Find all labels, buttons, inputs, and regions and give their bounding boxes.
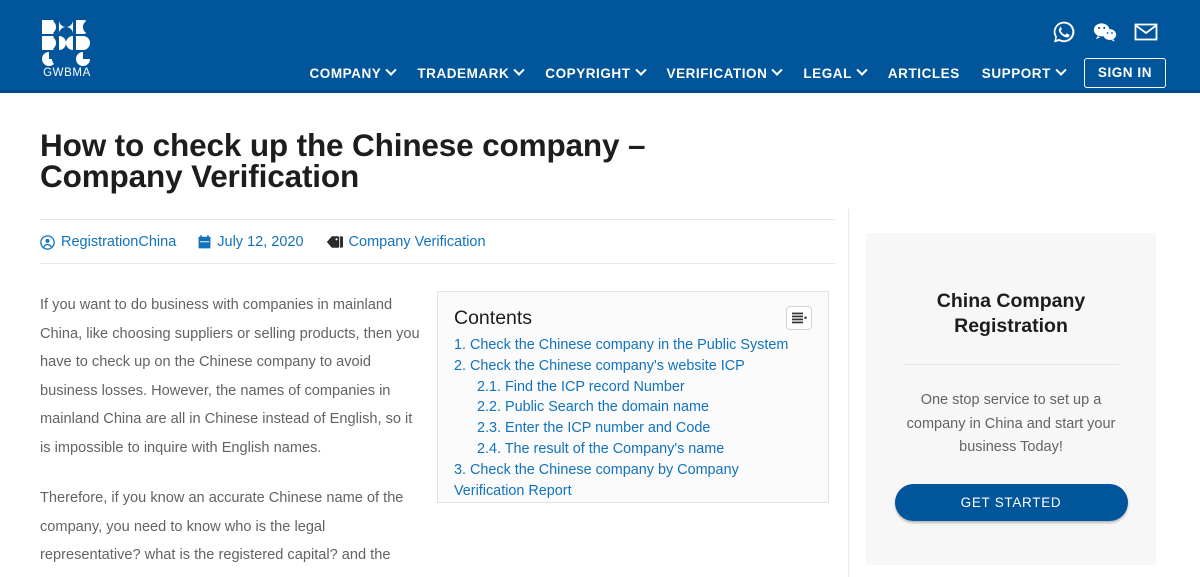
meta-date[interactable]: July 12, 2020 <box>198 234 304 250</box>
chevron-down-icon <box>771 64 784 76</box>
logo-text: GWBMA <box>43 67 91 79</box>
toc-item[interactable]: 2.4. The result of the Company's name <box>454 439 812 460</box>
meta-category[interactable]: Company Verification <box>326 234 486 250</box>
nav-item-support[interactable]: SUPPORT <box>971 64 1076 81</box>
nav-item-legal[interactable]: LEGAL <box>792 64 877 81</box>
chevron-down-icon <box>856 64 868 76</box>
site-header: GWBMA COMPANY TRADEMARK COPYRIGHT VERIFI… <box>0 0 1200 93</box>
nav-item-company[interactable]: COMPANY <box>298 64 406 81</box>
wechat-icon[interactable] <box>1093 20 1117 44</box>
email-icon[interactable] <box>1134 20 1158 44</box>
chevron-down-icon <box>385 64 398 76</box>
sidebar-description: One stop service to set up a company in … <box>906 392 1116 455</box>
sidebar-divider <box>903 364 1119 365</box>
article-paragraph: If you want to do business with companie… <box>40 297 420 456</box>
get-started-button[interactable]: GET STARTED <box>894 483 1128 521</box>
meta-author[interactable]: RegistrationChina <box>40 234 176 250</box>
calendar-icon <box>198 235 211 249</box>
chevron-down-icon <box>513 64 525 76</box>
gwbma-logo-icon <box>42 20 90 66</box>
nav-label: ARTICLES <box>887 65 960 81</box>
nav-label: LEGAL <box>803 65 852 81</box>
article-content-row: If you want to do business with companie… <box>40 291 832 577</box>
nav-item-verification[interactable]: VERIFICATION <box>656 64 793 81</box>
content-sidebar-divider <box>848 209 849 577</box>
chevron-down-icon <box>634 64 647 76</box>
meta-date-label: July 12, 2020 <box>217 234 304 250</box>
tag-icon <box>326 236 343 248</box>
sidebar-title: China Company Registration <box>936 290 1086 337</box>
table-of-contents: Contents 1. Check the Chinese company in… <box>437 291 829 503</box>
nav-label: SUPPORT <box>981 65 1051 81</box>
toc-title: Contents <box>454 307 533 329</box>
toc-item[interactable]: 2. Check the Chinese company's website I… <box>454 356 812 377</box>
nav-label: COMPANY <box>309 65 382 81</box>
nav-item-articles[interactable]: ARTICLES <box>877 66 971 81</box>
nav-label: COPYRIGHT <box>545 65 631 81</box>
social-icons <box>1052 20 1158 44</box>
toc-header: Contents <box>454 306 812 330</box>
sidebar-widget: China Company Registration One stop serv… <box>866 233 1156 565</box>
toc-item[interactable]: 1. Check the Chinese company in the Publ… <box>454 335 812 356</box>
article-main: How to check up the Chinese company – Co… <box>40 93 835 577</box>
toc-toggle-icon <box>791 312 807 323</box>
toc-list: 1. Check the Chinese company in the Publ… <box>454 335 812 501</box>
user-circle-icon <box>40 234 55 250</box>
sign-in-button[interactable]: SIGN IN <box>1083 58 1166 88</box>
toc-item[interactable]: 3. Check the Chinese company by Company … <box>454 460 812 502</box>
article-paragraph: Therefore, if you know an accurate Chine… <box>40 490 421 577</box>
nav-label: TRADEMARK <box>417 65 510 81</box>
main-navigation: COMPANY TRADEMARK COPYRIGHT VERIFICATION… <box>298 58 1166 88</box>
meta-author-label: RegistrationChina <box>61 234 177 250</box>
meta-category-label: Company Verification <box>348 234 486 250</box>
page-body: How to check up the Chinese company – Co… <box>0 93 1200 577</box>
toc-item[interactable]: 2.2. Public Search the domain name <box>454 397 812 418</box>
nav-item-copyright[interactable]: COPYRIGHT <box>534 64 655 81</box>
toc-toggle-button[interactable] <box>786 306 812 330</box>
toc-item[interactable]: 2.1. Find the ICP record Number <box>454 377 812 398</box>
nav-item-trademark[interactable]: TRADEMARK <box>406 64 534 81</box>
article-text-column: If you want to do business with companie… <box>40 291 423 577</box>
site-logo[interactable]: GWBMA <box>40 18 94 79</box>
toc-item[interactable]: 2.3. Enter the ICP number and Code <box>454 418 812 439</box>
whatsapp-icon[interactable] <box>1052 20 1076 44</box>
nav-label: VERIFICATION <box>666 65 768 81</box>
page-title: How to check up the Chinese company – Co… <box>40 127 646 194</box>
article-meta: RegistrationChina July 12, 2020 Company … <box>40 220 835 264</box>
chevron-down-icon <box>1055 64 1067 76</box>
